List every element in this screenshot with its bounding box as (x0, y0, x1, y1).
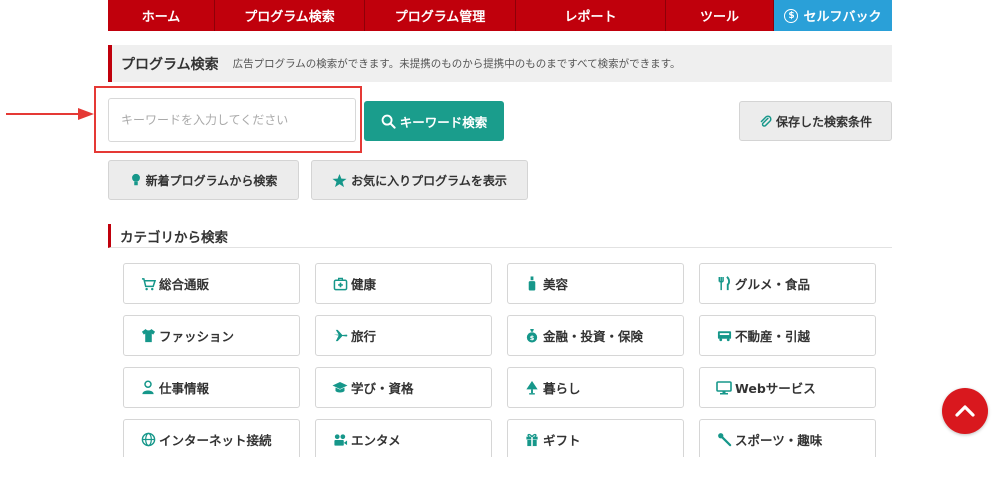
category-label: 金融・投資・保険 (543, 329, 644, 344)
bottle-icon (524, 276, 540, 292)
new-programs-button[interactable]: 新着プログラムから検索 (108, 160, 299, 200)
truck-icon (716, 328, 732, 344)
top-nav: ホーム プログラム検索 プログラム管理 レポート ツール $ セルフバック (0, 0, 1001, 31)
sports-icon (716, 432, 732, 448)
favorite-programs-button[interactable]: お気に入りプログラムを表示 (311, 160, 528, 200)
nav-program-search[interactable]: プログラム検索 (215, 0, 365, 31)
fork-knife-icon (716, 276, 732, 292)
nav-selfback-label: セルフバック (803, 10, 882, 25)
category-general-shopping[interactable]: 総合通販 (123, 263, 300, 304)
category-label: 健康 (351, 277, 377, 292)
category-fashion[interactable]: ファッション (123, 315, 300, 356)
star-icon (332, 173, 347, 188)
category-health[interactable]: 健康 (315, 263, 492, 304)
category-internet[interactable]: インターネット接続 (123, 419, 300, 457)
category-label: スポーツ・趣味 (735, 433, 823, 448)
first-aid-icon (332, 276, 348, 292)
cart-icon (140, 276, 156, 292)
category-label: 不動産・引越 (735, 329, 811, 344)
category-living[interactable]: 暮らし (507, 367, 684, 408)
nav-bar: ホーム プログラム検索 プログラム管理 レポート ツール $ セルフバック (108, 0, 892, 31)
section-header: プログラム検索 広告プログラムの検索ができます。未提携のものから提携中のものまで… (108, 45, 892, 82)
category-label: Webサービス (735, 381, 816, 396)
category-travel[interactable]: 旅行 (315, 315, 492, 356)
nav-program-manage[interactable]: プログラム管理 (365, 0, 516, 31)
category-sports[interactable]: スポーツ・趣味 (699, 419, 876, 457)
category-learning[interactable]: 学び・資格 (315, 367, 492, 408)
category-label: ファッション (159, 329, 235, 344)
favorite-programs-label: お気に入りプログラムを表示 (351, 173, 507, 188)
person-icon (140, 380, 156, 396)
category-heading: カテゴリから検索 (120, 229, 228, 246)
nav-home[interactable]: ホーム (108, 0, 215, 31)
globe-icon (140, 432, 156, 448)
search-icon (381, 114, 396, 129)
keyword-search-button[interactable]: キーワード検索 (364, 101, 504, 141)
keyword-search-button-label: キーワード検索 (399, 114, 488, 130)
nav-selfback[interactable]: $ セルフバック (774, 0, 892, 31)
category-beauty[interactable]: 美容 (507, 263, 684, 304)
category-gourmet[interactable]: グルメ・食品 (699, 263, 876, 304)
category-label: 美容 (543, 277, 569, 292)
keyword-search-input[interactable] (108, 98, 356, 142)
category-web-service[interactable]: Webサービス (699, 367, 876, 408)
graduation-cap-icon (332, 380, 348, 396)
category-label: ギフト (543, 433, 581, 448)
nav-report[interactable]: レポート (516, 0, 666, 31)
category-label: 仕事情報 (159, 381, 210, 396)
gift-icon (524, 432, 540, 448)
category-entertainment[interactable]: エンタメ (315, 419, 492, 457)
category-real-estate[interactable]: 不動産・引越 (699, 315, 876, 356)
money-bag-icon: $ (524, 328, 540, 344)
category-label: グルメ・食品 (735, 277, 811, 292)
shirt-icon (140, 328, 156, 344)
nav-program-manage-label: プログラム管理 (394, 10, 486, 25)
nav-program-search-label: プログラム検索 (244, 10, 335, 25)
category-label: 旅行 (351, 329, 377, 344)
nav-report-label: レポート (564, 10, 617, 25)
page-title: プログラム検索 (121, 56, 219, 73)
category-grid: 総合通販 健康 美容 グルメ・食品 ファッション 旅行 $ 金融・投資・保険 不… (123, 263, 877, 457)
paperclip-icon (759, 114, 772, 128)
nav-home-label: ホーム (141, 10, 181, 25)
plane-icon (332, 328, 348, 344)
annotation-arrow-icon (6, 108, 94, 120)
category-label: 学び・資格 (351, 381, 414, 396)
new-programs-label: 新着プログラムから検索 (145, 173, 278, 188)
film-icon (332, 432, 348, 448)
monitor-icon (716, 380, 732, 396)
category-jobs[interactable]: 仕事情報 (123, 367, 300, 408)
category-header: カテゴリから検索 (108, 224, 892, 248)
lamp-icon (524, 380, 540, 396)
page-description: 広告プログラムの検索ができます。未提携のものから提携中のものまですべて検索ができ… (232, 58, 681, 70)
saved-search-conditions-button[interactable]: 保存した検索条件 (739, 101, 892, 141)
svg-text:$: $ (530, 334, 535, 342)
category-label: 暮らし (543, 381, 581, 396)
category-gift[interactable]: ギフト (507, 419, 684, 457)
nav-tools[interactable]: ツール (666, 0, 774, 31)
scroll-to-top-button[interactable] (942, 388, 988, 434)
saved-search-label: 保存した検索条件 (775, 114, 872, 129)
selfback-coin-icon: $ (784, 8, 799, 23)
category-label: 総合通販 (159, 277, 210, 292)
chevron-up-icon (955, 405, 975, 417)
category-label: エンタメ (351, 433, 401, 448)
category-label: インターネット接続 (159, 433, 272, 448)
nav-tools-label: ツール (699, 10, 739, 25)
category-finance[interactable]: $ 金融・投資・保険 (507, 315, 684, 356)
lightbulb-icon (130, 173, 142, 187)
